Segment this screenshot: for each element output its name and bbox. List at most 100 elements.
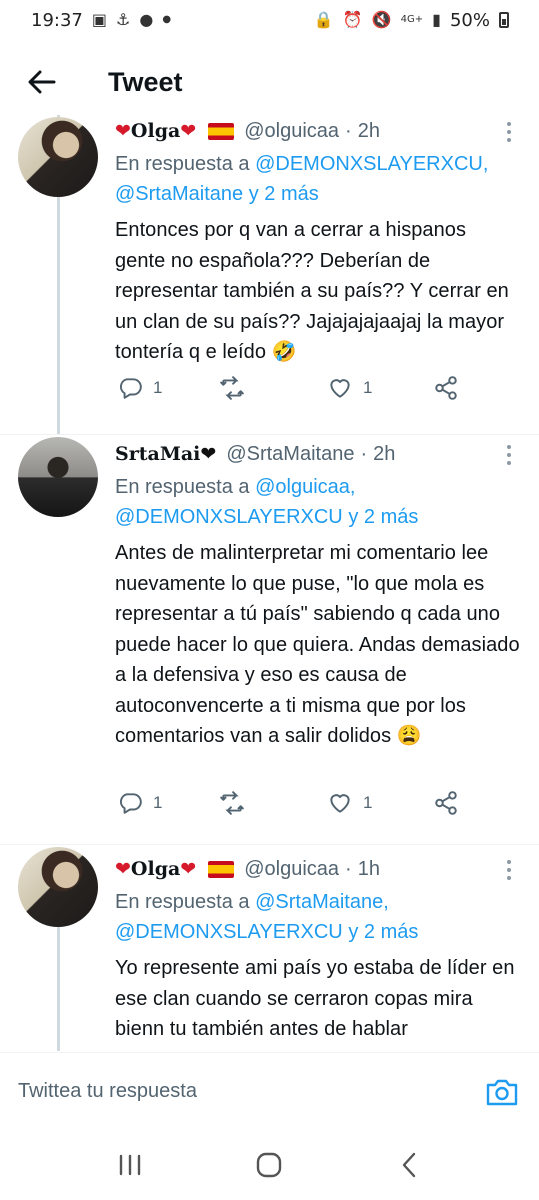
tweet-text: Antes de malinterpretar mi comentario le… (115, 538, 521, 752)
reply-context: En respuesta a @olguicaa, @DEMONXSLAYERX… (115, 472, 521, 532)
reply-count: 1 (153, 793, 163, 812)
tweet-text-content: Antes de malinterpretar mi comentario le… (115, 542, 520, 747)
reply-prefix: En respuesta a (115, 891, 250, 913)
tweet-actions: 1 1 (115, 788, 485, 818)
mention-link[interactable]: @DEMONXSLAYERXCU (115, 921, 343, 943)
home-button[interactable] (239, 1140, 299, 1190)
reply-input[interactable] (18, 1080, 418, 1103)
system-nav-bar (0, 1130, 539, 1200)
more-options-button[interactable] (497, 117, 521, 147)
share-button[interactable] (433, 375, 459, 401)
tweet-time: 1h (357, 857, 380, 880)
reply-button[interactable]: 1 (117, 790, 162, 816)
recents-icon (119, 1154, 141, 1176)
reply-icon (120, 378, 142, 399)
user-handle: @SrtaMaitane (226, 442, 355, 465)
tweet-time: 2h (357, 119, 380, 142)
tweet[interactable]: ❤ Olga ❤ @olguicaa · 1h En respuesta a @… (0, 845, 539, 1051)
image-icon: ▣ (91, 10, 107, 29)
rolling-laughing-emoji: 🤣 (271, 341, 297, 363)
like-count: 1 (363, 793, 373, 812)
home-icon (257, 1152, 282, 1178)
tweet-thread: ❤ Olga ❤ @olguicaa · 2h En respuesta a @… (0, 115, 539, 1051)
chat-bubble-icon: ● (139, 10, 154, 29)
reply-prefix: En respuesta a (115, 476, 250, 498)
thread-line (57, 927, 60, 1051)
retweet-icon (220, 791, 244, 815)
share-icon (435, 791, 457, 815)
status-time: 19:37 (31, 9, 83, 31)
avatar[interactable] (18, 847, 98, 927)
mention-link[interactable]: @olguicaa, (255, 476, 355, 498)
tweet[interactable]: SrtaMai ❤ @SrtaMaitane · 2h En respuesta… (0, 435, 539, 845)
reply-prefix: En respuesta a (115, 153, 250, 175)
arrow-left-icon (28, 70, 56, 94)
mention-link[interactable]: @DEMONXSLAYERXCU, (255, 153, 488, 175)
tweet-text-content: Yo represente ami país yo estaba de líde… (115, 957, 515, 1040)
separator-dot: · (360, 442, 368, 465)
more-options-button[interactable] (497, 440, 521, 470)
separator-dot: · (345, 857, 352, 880)
display-name[interactable]: Olga (131, 858, 180, 880)
camera-icon (486, 1079, 518, 1105)
tweet-header: SrtaMai ❤ @SrtaMaitane · 2h (115, 438, 521, 470)
recents-button[interactable] (100, 1140, 160, 1190)
user-handle: @olguicaa (244, 857, 340, 880)
dot-icon: ● (162, 14, 172, 25)
status-bar-left: 19:37 ▣ ⚓ ● ● (31, 10, 171, 31)
battery-percent: 50% (449, 9, 490, 31)
display-name[interactable]: Olga (131, 120, 180, 142)
tweet-header: ❤ Olga ❤ @olguicaa · 1h (115, 853, 521, 885)
anchor-icon: ⚓ (116, 10, 131, 29)
status-bar-right: 🔒 ⏰ 🔇 4G+ ▮ 50% (314, 10, 509, 31)
red-heart-icon: ❤ (180, 858, 197, 880)
share-icon (435, 376, 457, 400)
tweet-text-content: Entonces por q van a cerrar a hispanos g… (115, 219, 509, 363)
back-button[interactable] (12, 52, 72, 112)
more-mentions-link[interactable]: y 2 más (348, 921, 418, 943)
tweet-body: ❤ Olga ❤ @olguicaa · 2h En respuesta a @… (115, 115, 521, 368)
retweet-button[interactable] (219, 790, 245, 816)
tweet-text: Entonces por q van a cerrar a hispanos g… (115, 215, 521, 368)
black-heart-icon: ❤ (200, 443, 217, 465)
tweet-text: Yo represente ami país yo estaba de líde… (115, 953, 521, 1045)
avatar[interactable] (18, 437, 98, 517)
spain-flag-icon (208, 860, 235, 878)
red-heart-icon: ❤ (115, 120, 131, 142)
like-button[interactable]: 1 (327, 790, 372, 816)
more-mentions-link[interactable]: y 2 más (249, 183, 319, 205)
weary-face-emoji: 😩 (396, 725, 422, 747)
retweet-button[interactable] (219, 375, 245, 401)
mention-link[interactable]: @DEMONXSLAYERXCU (115, 506, 343, 528)
tweet-time: 2h (373, 442, 396, 465)
reply-button[interactable]: 1 (117, 375, 162, 401)
battery-icon (499, 12, 509, 28)
red-heart-icon: ❤ (115, 858, 131, 880)
reply-context: En respuesta a @SrtaMaitane, @DEMONXSLAY… (115, 887, 521, 947)
tweet-actions: 1 1 (115, 373, 485, 403)
signal-icon: ▮ (432, 10, 441, 29)
more-options-button[interactable] (497, 855, 521, 885)
retweet-icon (220, 376, 244, 400)
lock-icon: 🔒 (313, 10, 334, 29)
alarm-icon: ⏰ (342, 10, 363, 29)
like-count: 1 (363, 378, 373, 397)
mute-icon: 🔇 (371, 10, 392, 29)
avatar[interactable] (18, 117, 98, 197)
mention-link[interactable]: @SrtaMaitane (115, 183, 243, 205)
status-bar: 19:37 ▣ ⚓ ● ● 🔒 ⏰ 🔇 4G+ ▮ 50% (0, 0, 539, 40)
reply-icon (120, 793, 142, 814)
mention-link[interactable]: @SrtaMaitane, (255, 891, 389, 913)
nav-back-button[interactable] (379, 1140, 439, 1190)
user-handle: @olguicaa (244, 119, 340, 142)
network-label: 4G+ (400, 14, 424, 25)
heart-icon (330, 794, 350, 813)
camera-button[interactable] (485, 1075, 519, 1109)
tweet[interactable]: ❤ Olga ❤ @olguicaa · 2h En respuesta a @… (0, 115, 539, 435)
heart-icon (330, 379, 350, 398)
more-mentions-link[interactable]: y 2 más (348, 506, 418, 528)
display-name[interactable]: SrtaMai (115, 443, 200, 465)
like-button[interactable]: 1 (327, 375, 372, 401)
share-button[interactable] (433, 790, 459, 816)
thread-line (57, 197, 60, 435)
